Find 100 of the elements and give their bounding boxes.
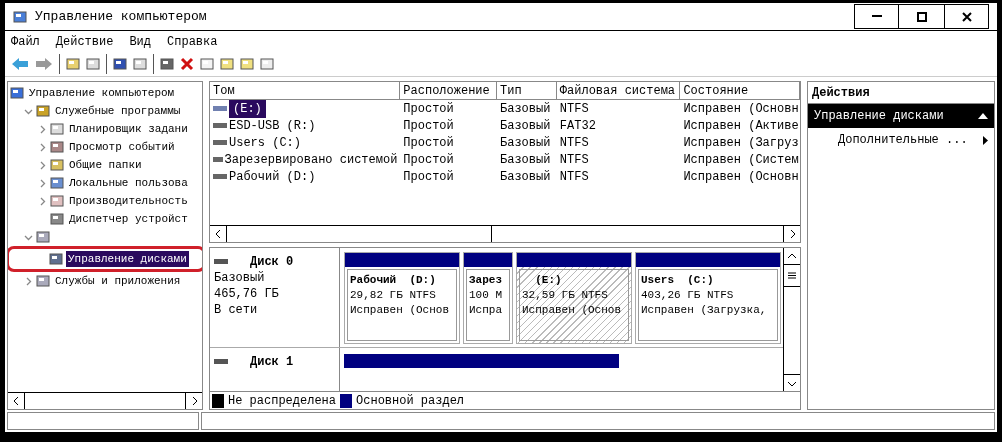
table-cell-text: Исправен (Активе <box>683 117 799 135</box>
menu-item[interactable]: Действие <box>55 32 114 51</box>
disk-name: Диск 1 <box>250 354 294 370</box>
tree-item[interactable]: Производительность <box>67 192 190 210</box>
tree-node-icon <box>50 176 64 190</box>
scroll-left-icon[interactable] <box>215 230 221 238</box>
forward-arrow-icon[interactable] <box>35 57 53 71</box>
column-header[interactable]: Тип <box>497 82 557 99</box>
horizontal-scrollbar[interactable] <box>8 392 202 409</box>
table-cell-text: Базовый <box>500 100 551 118</box>
tree-item[interactable]: Локальные пользова <box>67 174 190 192</box>
tree-node-icon <box>50 194 64 208</box>
volume-icon <box>213 173 227 180</box>
chevron-right-icon[interactable] <box>38 178 47 188</box>
minimize-button[interactable] <box>854 4 899 29</box>
tree-node-icon <box>10 86 24 100</box>
partition-status: Исправен (Загрузка, <box>641 303 768 318</box>
collapse-icon <box>978 113 988 119</box>
horizontal-scrollbar[interactable] <box>210 225 800 242</box>
window-title: Управление компьютером <box>35 7 207 26</box>
partition-size: 100 М <box>469 288 503 303</box>
scroll-up-icon[interactable] <box>788 253 796 259</box>
table-cell-text: Исправен (Основн <box>683 100 799 118</box>
table-cell-text: Базовый <box>500 117 551 135</box>
tree-node-icon <box>36 230 50 244</box>
chevron-right-icon[interactable] <box>38 142 47 152</box>
table-cell-text: Простой <box>403 168 454 186</box>
chevron-right-icon[interactable] <box>24 276 33 286</box>
action-item[interactable]: Дополнительные ... <box>808 128 994 152</box>
tree-item[interactable]: Управление дисками <box>66 250 189 268</box>
column-header[interactable]: Расположение <box>400 82 497 99</box>
partition-name: Рабочий (D:) <box>350 273 437 288</box>
tree-item[interactable]: Просмотр событий <box>67 138 177 156</box>
chevron-right-icon[interactable] <box>38 196 47 206</box>
maximize-icon <box>916 11 927 22</box>
tree-item[interactable]: Планировщик задани <box>67 120 190 138</box>
tree-item[interactable]: Служебные программы <box>53 102 183 120</box>
partition-name: (E:) <box>534 273 563 288</box>
app-icon <box>13 9 27 24</box>
tree-node-icon <box>50 212 64 226</box>
table-cell-text: Базовый <box>500 168 551 186</box>
close-icon <box>961 11 972 22</box>
scroll-down-icon[interactable] <box>788 380 796 386</box>
tree-item[interactable]: Диспетчер устройст <box>67 210 190 228</box>
table-cell-text: Простой <box>403 117 454 135</box>
submenu-arrow-icon <box>983 135 988 145</box>
minimize-icon <box>871 15 882 18</box>
chevron-right-icon[interactable] <box>38 160 47 170</box>
table-cell[interactable]: ESD-USB (R:) <box>229 116 316 135</box>
table-cell[interactable]: Зарезервировано системой <box>224 150 398 169</box>
tree-node-icon <box>49 252 63 266</box>
tree-item[interactable]: Службы и приложения <box>53 272 183 290</box>
partition-bar <box>464 253 512 267</box>
menu-item[interactable]: Справка <box>167 32 218 51</box>
column-header[interactable]: Состояние <box>680 82 800 99</box>
table-cell-text: NTFS <box>559 168 589 186</box>
volume-icon <box>213 156 223 163</box>
chevron-right-icon[interactable] <box>38 124 47 134</box>
tree-node-icon <box>36 104 50 118</box>
table-cell[interactable]: Рабочий (D:) <box>229 167 316 186</box>
menu-item[interactable]: Файл <box>11 32 40 51</box>
table-cell-text: NTFS <box>559 151 589 169</box>
scroll-right-icon[interactable] <box>789 230 795 238</box>
partition-block[interactable]: Зарез 100 М Испра <box>463 252 513 344</box>
tree-node-icon <box>36 274 50 288</box>
tree-item[interactable]: Общие папки <box>67 156 144 174</box>
partition-name: Зарез <box>469 273 503 288</box>
partition-block[interactable]: Рабочий (D:) 29,82 ГБ NTFS Исправен (Основ <box>344 252 460 344</box>
close-button[interactable] <box>944 4 989 29</box>
delete-icon[interactable] <box>180 57 194 71</box>
table-cell-text: Исправен (Основн <box>683 168 799 186</box>
menu-item[interactable]: Вид <box>129 32 152 51</box>
tree-item[interactable]: Управление компьютером <box>27 84 177 102</box>
column-header[interactable]: Том <box>210 82 401 99</box>
partition-block[interactable]: (E:) 32,59 ГБ NTFS Исправен (Основ <box>516 252 632 344</box>
disk-label-panel[interactable]: Диск 0 Базовый 465,76 ГБ В сети <box>210 248 340 347</box>
table-cell-text: Базовый <box>500 151 551 169</box>
partition-size: 403,26 ГБ NTFS <box>641 288 735 303</box>
scroll-right-icon[interactable] <box>191 397 197 405</box>
table-cell[interactable]: Users (C:) <box>229 133 301 152</box>
partition-block[interactable]: Users (C:) 403,26 ГБ NTFS Исправен (Загрузка, <box>635 252 781 344</box>
back-arrow-icon[interactable] <box>11 57 29 71</box>
table-cell-text: Базовый <box>500 134 551 152</box>
column-header[interactable]: Файловая система <box>556 82 681 99</box>
table-cell-text: FAT32 <box>559 117 596 135</box>
partition-status: Исправен (Основ <box>350 303 451 318</box>
volume-icon <box>213 139 227 146</box>
partition-size: 32,59 ГБ NTFS <box>522 288 609 303</box>
volume-icon <box>213 105 227 112</box>
disk-name: Диск 0 <box>250 254 294 270</box>
scroll-left-icon[interactable] <box>13 397 19 405</box>
vertical-scrollbar[interactable] <box>783 248 800 391</box>
table-cell-text: Исправен (Загруз <box>683 134 799 152</box>
partition-size: 29,82 ГБ NTFS <box>350 288 437 303</box>
partition-status: Исправен (Основ <box>522 303 623 318</box>
actions-section[interactable]: Управление дисками <box>808 104 994 128</box>
disk-info: В сети <box>214 302 259 318</box>
table-cell-text: Простой <box>403 134 454 152</box>
maximize-button[interactable] <box>899 4 944 29</box>
disk-info: Базовый <box>214 270 266 286</box>
